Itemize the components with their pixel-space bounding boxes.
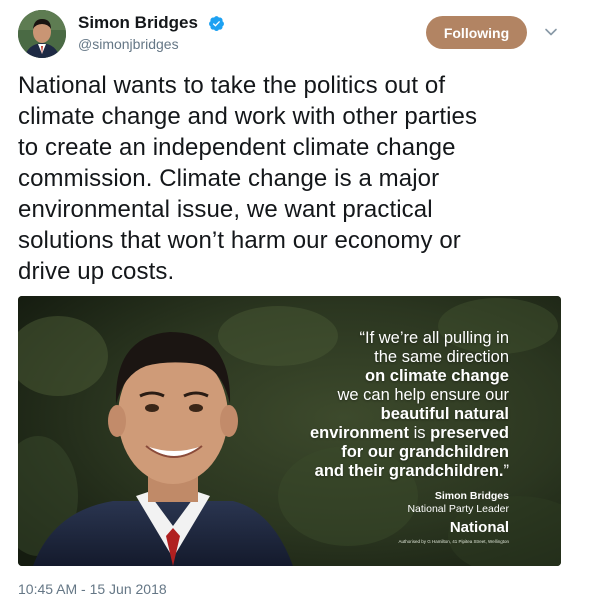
quote-text: environment [309,424,410,442]
quote-text: we can help ensure our [337,386,509,404]
quote-attribution: Simon Bridges National Party Leader [407,490,509,516]
party-logo: National [449,519,509,536]
avatar[interactable] [18,10,66,58]
verified-badge-icon [209,15,225,31]
quote-line: we can help ensure our [209,386,509,405]
quote-text: the same direction [374,348,509,366]
authorisation-statement: Authorised by G Hamilton, 41 Pipitea Str… [398,539,509,544]
tweet-header: Simon Bridges @simonjbridges Following [18,10,573,60]
user-identity: Simon Bridges @simonjbridges [78,13,225,53]
quote-line: the same direction [209,348,509,367]
attribution-title: National Party Leader [407,503,509,515]
quote-line: for our grandchildren [209,443,509,462]
quote-line: and their grandchildren.” [209,462,509,481]
quote-text: for our grandchildren [341,443,509,461]
campaign-quote: “If we’re all pulling in the same direct… [209,329,509,481]
quote-text: on climate change [365,367,509,385]
tweet-timestamp[interactable]: 10:45 AM - 15 Jun 2018 [18,581,167,597]
chevron-down-icon[interactable] [543,24,559,40]
quote-text: and their grandchildren. [314,462,504,480]
avatar-image [18,10,66,58]
quote-text: is [409,424,431,442]
quote-line: environment is preserved [209,424,509,443]
attribution-name: Simon Bridges [434,490,509,502]
quote-text: beautiful natural [380,405,509,423]
tweet-media-image[interactable]: “If we’re all pulling in the same direct… [18,296,561,566]
quote-line: “If we’re all pulling in [209,329,509,348]
quote-text: preserved [430,424,509,442]
quote-text: “If we’re all pulling in [359,329,509,347]
user-handle[interactable]: @simonjbridges [78,35,225,53]
display-name[interactable]: Simon Bridges [78,13,198,33]
quote-text: ” [503,462,510,480]
quote-line: beautiful natural [209,405,509,424]
quote-line: on climate change [209,367,509,386]
following-button[interactable]: Following [426,16,527,49]
tweet-text: National wants to take the politics out … [18,72,478,285]
